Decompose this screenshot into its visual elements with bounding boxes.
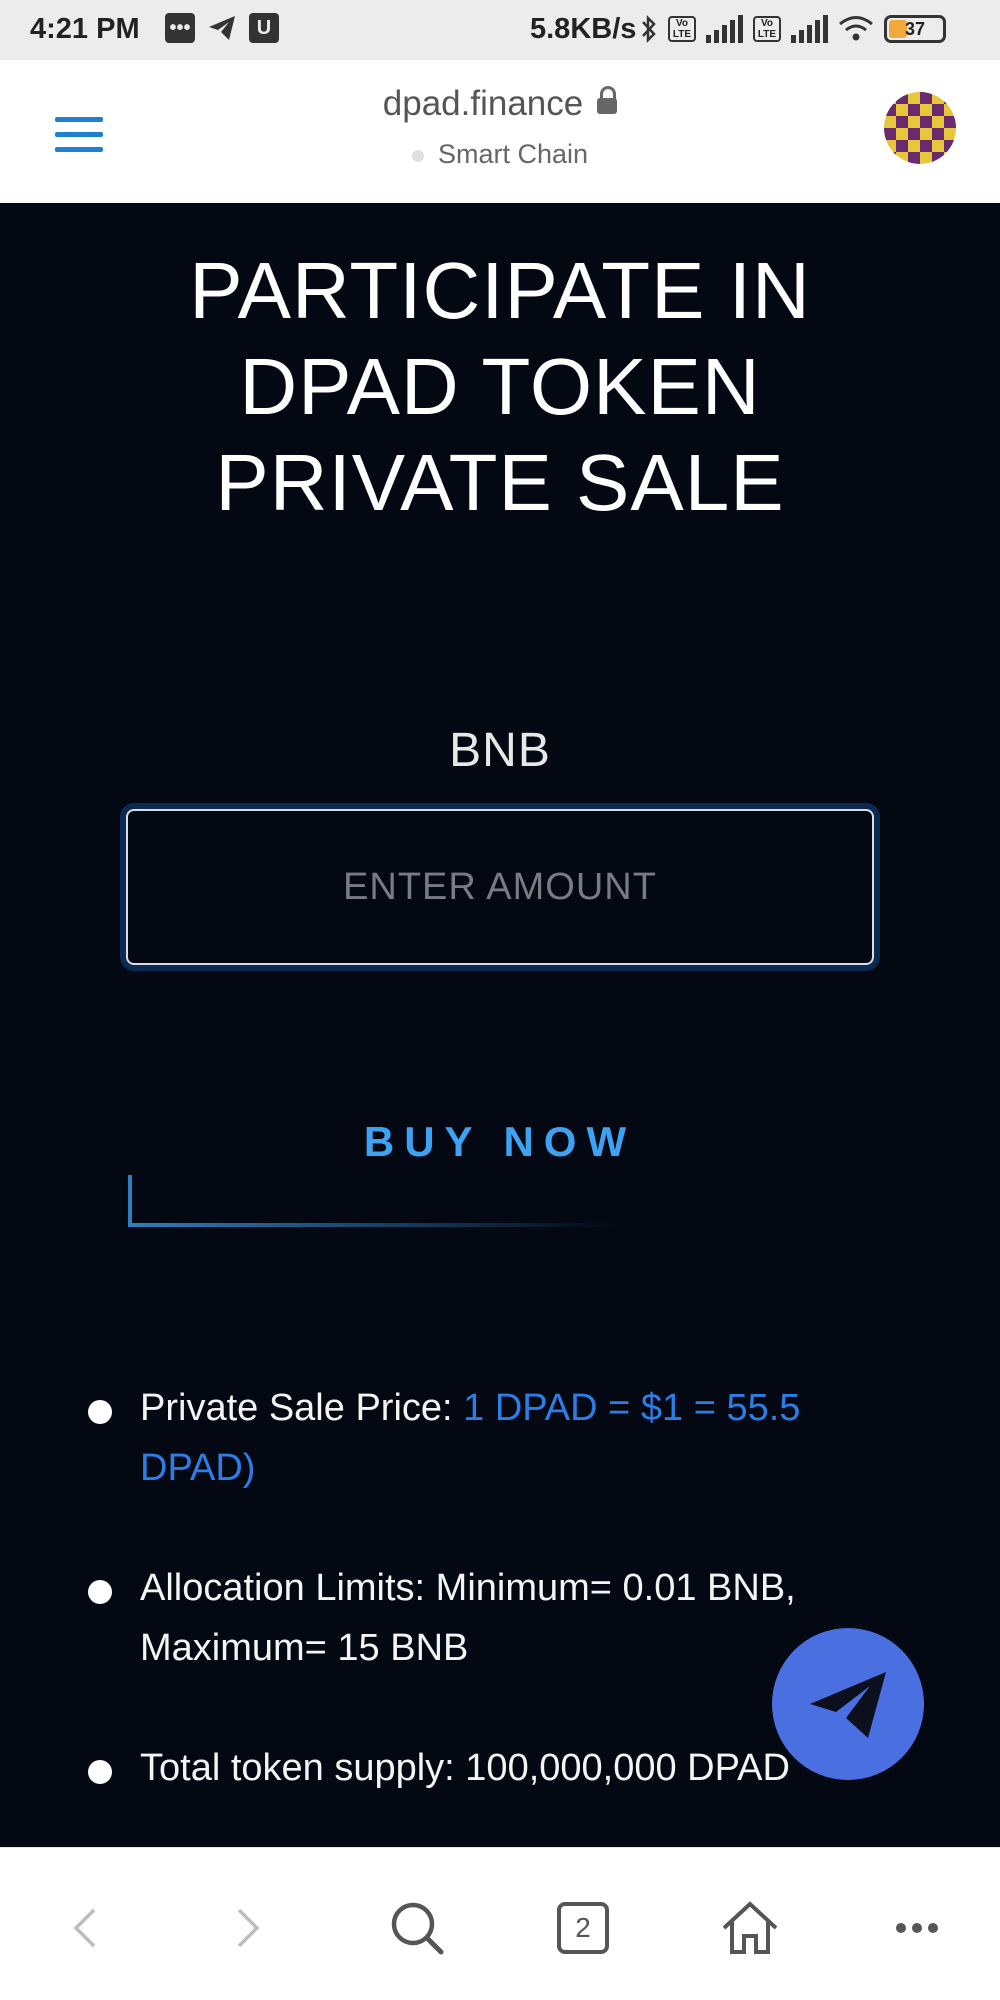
bluetooth-icon [642, 14, 656, 44]
page-title: PARTICIPATE IN DPAD TOKEN PRIVATE SALE [189, 246, 811, 527]
buy-button-decoration [128, 1175, 132, 1225]
amount-field-wrapper [120, 803, 880, 971]
network-status-dot [411, 149, 424, 162]
browser-top-bar: dpad.finance Smart Chain [0, 60, 1000, 203]
url-text: dpad.finance [382, 84, 584, 123]
buy-button-underline [128, 1223, 618, 1227]
chevron-right-icon [237, 1908, 260, 1948]
more-dots-icon [896, 1923, 938, 1933]
status-bar: 4:21 PM ••• U 5.8KB/s Vo LTE Vo LTE 37 [0, 0, 1000, 60]
tab-count: 2 [557, 1902, 609, 1954]
network-rate: 5.8KB/s [530, 13, 637, 45]
list-item: Total token supply: 100,000,000 DPAD [88, 1738, 848, 1798]
browser-bottom-nav: 2 [0, 1847, 1000, 2000]
volte-icon: Vo LTE [668, 16, 696, 42]
chevron-left-icon [73, 1908, 96, 1948]
list-item: Allocation Limits: Minimum= 0.01 BNB, Ma… [88, 1558, 848, 1678]
currency-label: BNB [449, 724, 551, 777]
send-plane-icon [810, 1672, 886, 1738]
u-app-icon: U [249, 13, 279, 43]
bullet-icon [88, 1400, 112, 1424]
wifi-icon [839, 16, 873, 41]
network-name: Smart Chain [437, 139, 589, 169]
list-item: Private Sale Price: 1 DPAD = $1 = 55.5 D… [88, 1378, 848, 1498]
home-icon [722, 1901, 778, 1954]
telegram-icon [209, 16, 235, 40]
bullet-icon [88, 1580, 112, 1604]
battery-icon: 37 [884, 15, 946, 43]
messages-icon: ••• [165, 13, 195, 43]
lock-icon [597, 85, 618, 114]
tabs-button[interactable]: 2 [543, 1888, 623, 1968]
search-icon [391, 1902, 444, 1955]
network-indicator[interactable]: Smart Chain [0, 139, 1000, 170]
telegram-chat-button[interactable] [772, 1628, 924, 1780]
home-button[interactable] [710, 1888, 790, 1968]
forward-button[interactable] [208, 1888, 288, 1968]
amount-input[interactable] [126, 809, 874, 965]
sale-info-list: Private Sale Price: 1 DPAD = $1 = 55.5 D… [88, 1378, 848, 1847]
back-button[interactable] [45, 1888, 125, 1968]
buy-now-button[interactable]: BUY NOW [0, 1118, 1000, 1166]
more-menu-button[interactable] [877, 1888, 957, 1968]
volte-icon-2: Vo LTE [753, 16, 781, 42]
account-avatar[interactable] [884, 92, 956, 164]
status-time: 4:21 PM [30, 13, 140, 45]
signal-icon [706, 15, 743, 43]
bullet-icon [88, 1760, 112, 1784]
signal-icon-2 [791, 15, 828, 43]
page-content: PARTICIPATE IN DPAD TOKEN PRIVATE SALE B… [0, 203, 1000, 1847]
search-button[interactable] [377, 1888, 457, 1968]
url-bar[interactable]: dpad.finance [0, 84, 1000, 124]
